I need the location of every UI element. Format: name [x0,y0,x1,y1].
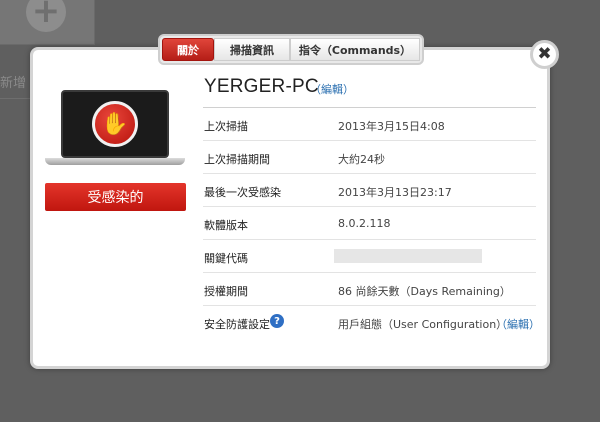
help-icon[interactable]: ? [270,314,284,328]
stop-hand-icon: ✋ [92,101,138,147]
detail-label: 安全防護設定 [204,318,270,331]
laptop-base [45,158,185,165]
laptop-illustration: ✋ [45,90,185,168]
background-add-label: 新增 [0,76,27,91]
infected-status-badge: 受感染的 [45,183,186,211]
tab-commands[interactable]: 指令（Commands） [290,38,420,61]
add-icon: + [26,0,66,32]
edit-computer-name-link[interactable]: （編輯） [310,81,354,97]
detail-row-scan-duration: 上次掃描期間 大約24秒 [203,141,536,174]
redacted-key-code [334,249,482,263]
detail-value: 8.0.2.118 [338,217,391,230]
detail-row-last-infected: 最後一次受感染 2013年3月13日23:17 [203,174,536,207]
detail-label: 最後一次受感染 [204,186,281,199]
detail-value: 用戶組態（User Configuration） [338,318,508,331]
edit-security-settings-link[interactable]: （編輯） [496,316,540,332]
detail-row-key-code: 關鍵代碼 [203,240,536,273]
tab-bar: 關於 掃描資訊 指令（Commands） [158,34,424,65]
laptop-screen: ✋ [61,90,169,158]
tab-scan-info[interactable]: 掃描資訊 [214,38,290,61]
detail-label: 上次掃描 [204,120,248,133]
detail-value: 大約24秒 [338,153,385,166]
detail-label: 關鍵代碼 [204,252,248,265]
detail-row-software-version: 軟體版本 8.0.2.118 [203,207,536,240]
close-button[interactable]: ✖ [530,40,559,69]
detail-label: 上次掃描期間 [204,153,270,166]
computer-name: YERGER-PC [204,76,319,97]
detail-row-license-period: 授權期間 86 尚餘天數（Days Remaining） [203,273,536,306]
detail-value: 86 尚餘天數（Days Remaining） [338,285,511,298]
detail-value: 2013年3月15日4:08 [338,120,445,133]
tab-about[interactable]: 關於 [162,38,214,61]
close-icon: ✖ [537,44,552,64]
background-tile: + [0,0,95,45]
detail-label: 軟體版本 [204,219,248,232]
detail-value: 2013年3月13日23:17 [338,186,452,199]
detail-row-security-settings: 安全防護設定 ? 用戶組態（User Configuration） （編輯） [203,306,540,339]
detail-label: 授權期間 [204,285,248,298]
detail-row-last-scan: 上次掃描 2013年3月15日4:08 [203,108,536,141]
